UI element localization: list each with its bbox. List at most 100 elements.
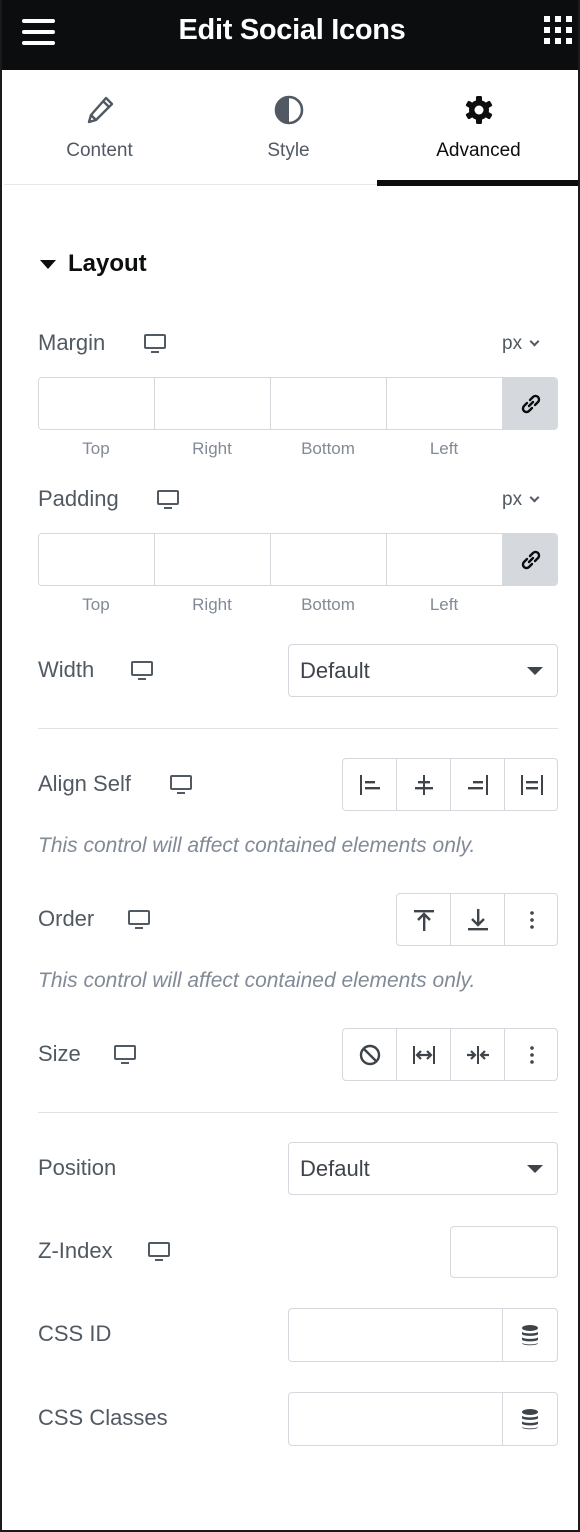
monitor-icon[interactable]	[127, 910, 151, 930]
align-self-label: Align Self	[38, 771, 131, 796]
order-note: This control will affect contained eleme…	[38, 969, 476, 992]
divider	[38, 1112, 558, 1113]
order-first-icon	[414, 910, 434, 931]
align-stretch-button[interactable]	[505, 759, 557, 810]
z-index-label: Z-Index	[38, 1238, 113, 1263]
order-more-button[interactable]	[505, 894, 557, 945]
tab-style[interactable]: Style	[195, 70, 382, 185]
editor-panel: Edit Social Icons Content Style Advanced…	[0, 0, 580, 1532]
margin-label: Margin	[38, 330, 106, 355]
padding-top-input[interactable]	[39, 534, 155, 585]
field-label-right: Right	[192, 439, 232, 458]
css-id-input[interactable]	[288, 1308, 558, 1362]
monitor-icon[interactable]	[143, 334, 167, 354]
database-icon	[522, 1325, 538, 1346]
monitor-icon[interactable]	[130, 661, 154, 681]
margin-bottom-input[interactable]	[271, 378, 387, 429]
align-self-note: This control will affect contained eleme…	[38, 834, 476, 857]
size-more-button[interactable]	[505, 1029, 557, 1080]
size-buttons	[342, 1028, 558, 1081]
margin-right-input[interactable]	[155, 378, 271, 429]
chevron-down-icon	[529, 492, 540, 503]
tab-content[interactable]: Content	[4, 70, 195, 185]
padding-label: Padding	[38, 486, 119, 511]
padding-right-input[interactable]	[155, 534, 271, 585]
tab-advanced[interactable]: Advanced	[377, 70, 578, 186]
apps-grid-icon[interactable]	[544, 16, 572, 44]
unit-value: px	[502, 333, 523, 354]
field-label-bottom: Bottom	[301, 439, 355, 458]
padding-left-input[interactable]	[387, 534, 503, 585]
css-classes-label: CSS Classes	[38, 1405, 168, 1430]
order-buttons	[396, 893, 558, 946]
tab-label: Style	[267, 140, 310, 161]
align-end-button[interactable]	[451, 759, 505, 810]
padding-bottom-input[interactable]	[271, 534, 387, 585]
align-stretch-icon	[521, 775, 543, 795]
panel-header: Edit Social Icons	[2, 0, 578, 70]
field-label-top: Top	[82, 595, 110, 614]
panel-tabs: Content Style Advanced	[4, 70, 578, 186]
caret-down-icon	[527, 667, 543, 675]
size-grow-icon	[413, 1046, 435, 1064]
width-select[interactable]: Default	[288, 644, 558, 697]
padding-field-labels: Top Right Bottom Left	[38, 595, 502, 615]
tab-label: Advanced	[436, 140, 521, 161]
database-icon	[522, 1409, 538, 1430]
field-label-right: Right	[192, 595, 232, 614]
size-none-button[interactable]	[343, 1029, 397, 1080]
order-last-icon	[468, 909, 488, 931]
align-center-icon	[415, 775, 433, 795]
half-circle-contrast-icon	[274, 95, 303, 125]
monitor-icon[interactable]	[147, 1242, 171, 1262]
align-start-button[interactable]	[343, 759, 397, 810]
order-label: Order	[38, 906, 95, 931]
link-icon	[521, 394, 541, 414]
caret-down-icon	[40, 260, 56, 269]
margin-inputs	[38, 377, 558, 430]
align-start-icon	[360, 775, 380, 795]
chevron-down-icon	[529, 336, 540, 347]
size-shrink-button[interactable]	[451, 1029, 505, 1080]
select-value: Default	[300, 658, 370, 683]
dynamic-tags-button[interactable]	[502, 1393, 557, 1445]
margin-field-labels: Top Right Bottom Left	[38, 439, 502, 459]
align-center-button[interactable]	[397, 759, 451, 810]
link-values-button[interactable]	[503, 534, 557, 585]
gear-icon	[465, 96, 492, 124]
monitor-icon[interactable]	[113, 1045, 137, 1065]
tab-label: Content	[66, 140, 133, 161]
align-self-buttons	[342, 758, 558, 811]
size-shrink-icon	[467, 1046, 489, 1064]
position-select[interactable]: Default	[288, 1142, 558, 1195]
field-label-top: Top	[82, 439, 110, 458]
dynamic-tags-button[interactable]	[502, 1309, 557, 1361]
css-id-label: CSS ID	[38, 1321, 112, 1346]
padding-unit-select[interactable]: px	[502, 489, 540, 511]
caret-down-icon	[527, 1165, 543, 1173]
order-first-button[interactable]	[397, 894, 451, 945]
monitor-icon[interactable]	[169, 775, 193, 795]
field-label-left: Left	[429, 595, 459, 614]
more-options-icon	[530, 911, 534, 929]
margin-left-input[interactable]	[387, 378, 503, 429]
more-options-icon	[530, 1046, 534, 1064]
field-label-bottom: Bottom	[301, 595, 355, 614]
select-value: Default	[300, 1156, 370, 1181]
margin-top-input[interactable]	[39, 378, 155, 429]
align-end-icon	[468, 775, 488, 795]
css-classes-input[interactable]	[288, 1392, 558, 1446]
size-label: Size	[38, 1041, 81, 1066]
monitor-icon[interactable]	[156, 490, 180, 510]
order-last-button[interactable]	[451, 894, 505, 945]
size-grow-button[interactable]	[397, 1029, 451, 1080]
link-values-button[interactable]	[503, 378, 557, 429]
width-label: Width	[38, 657, 95, 682]
size-none-icon	[359, 1044, 381, 1066]
padding-inputs	[38, 533, 558, 586]
section-title: Layout	[68, 250, 147, 277]
margin-unit-select[interactable]: px	[502, 333, 540, 355]
z-index-input[interactable]	[450, 1226, 558, 1278]
position-label: Position	[38, 1155, 117, 1180]
unit-value: px	[502, 489, 523, 510]
